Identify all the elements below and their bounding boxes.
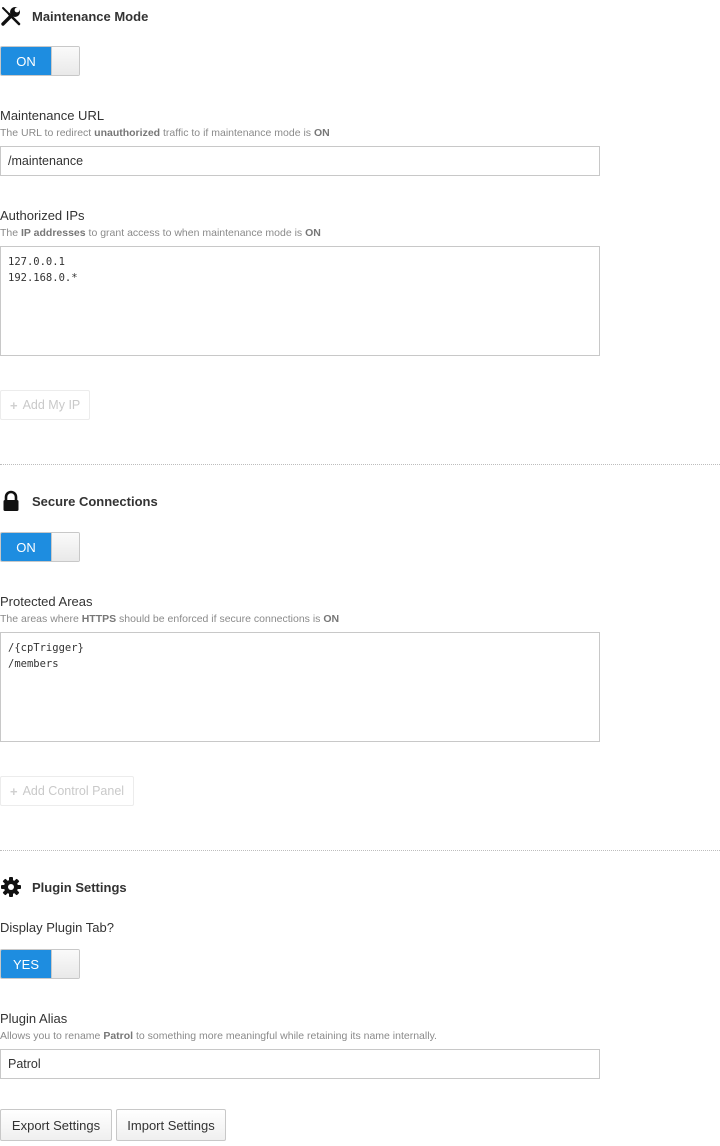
lock-icon [0,490,22,512]
secure-section-title: Secure Connections [0,490,158,512]
plus-icon: + [10,397,18,413]
import-settings-button[interactable]: Import Settings [116,1109,226,1141]
display-plugin-tab-label: Display Plugin Tab? [0,920,114,935]
wrench-screwdriver-icon [0,5,22,27]
add-control-panel-button[interactable]: + Add Control Panel [0,776,135,806]
plugin-toggle-yes: YES [1,950,51,978]
maintenance-url-label: Maintenance URL [0,108,105,123]
display-plugin-tab-toggle[interactable]: YES [0,949,80,979]
protected-areas-help: The areas where HTTPS should be enforced… [0,613,340,625]
maintenance-url-help: The URL to redirect unauthorized traffic… [0,127,330,139]
export-settings-button[interactable]: Export Settings [0,1109,112,1141]
authorized-ips-help: The IP addresses to grant access to when… [0,227,321,239]
plugin-alias-input[interactable]: Patrol [0,1049,600,1079]
section-divider [0,464,720,465]
secure-connections-toggle[interactable]: ON [0,532,80,562]
add-my-ip-button[interactable]: + Add My IP [0,390,91,420]
maintenance-url-input[interactable]: /maintenance [0,146,600,176]
secure-title: Secure Connections [32,493,158,509]
gear-icon [0,876,22,898]
toggle-knob [51,950,79,978]
plugin-alias-help: Allows you to rename Patrol to something… [0,1030,437,1042]
protected-areas-label: Protected Areas [0,594,93,609]
maintenance-toggle-on: ON [1,47,51,75]
toggle-knob [51,47,79,75]
section-divider [0,850,720,851]
maintenance-section-title: Maintenance Mode [0,5,148,27]
maintenance-title: Maintenance Mode [32,8,149,24]
toggle-knob [51,533,79,561]
maintenance-mode-toggle[interactable]: ON [0,46,80,76]
plugin-alias-label: Plugin Alias [0,1011,68,1026]
add-control-panel-label: Add Control Panel [22,784,125,798]
authorized-ips-label: Authorized IPs [0,208,85,223]
add-my-ip-label: Add My IP [22,398,81,412]
plugin-section-title: Plugin Settings [0,876,127,898]
plugin-title: Plugin Settings [32,879,127,895]
secure-toggle-on: ON [1,533,51,561]
protected-areas-textarea[interactable]: /{cpTrigger} /members [0,632,600,742]
authorized-ips-textarea[interactable]: 127.0.0.1 192.168.0.* [0,246,600,356]
plus-icon: + [10,783,18,799]
